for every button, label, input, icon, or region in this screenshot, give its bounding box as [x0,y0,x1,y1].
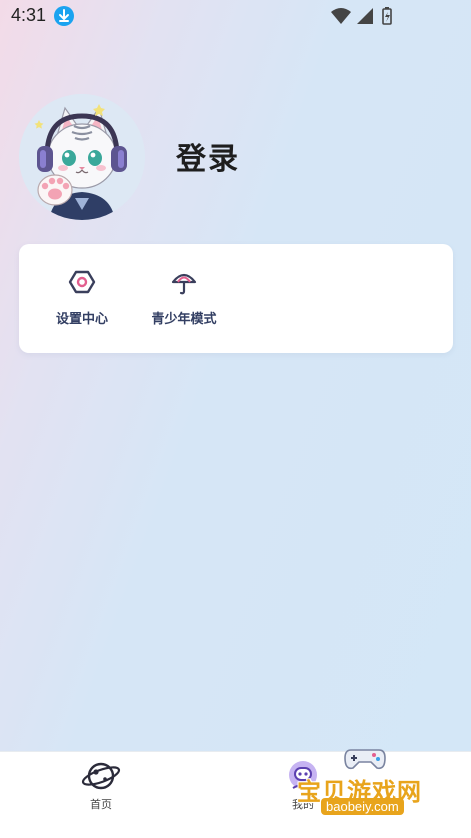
menu-card: 设置中心 青少年模式 [19,244,453,353]
avatar[interactable] [19,94,145,220]
settings-hexagon-icon [68,268,96,296]
gamepad-icon [344,749,386,770]
settings-center-label: 设置中心 [55,312,108,327]
settings-center-button[interactable]: 设置中心 [37,268,127,327]
signal-icon [357,8,373,24]
login-label[interactable]: 登录 [176,134,240,178]
watermark-url: baobeiy.com [321,798,404,815]
status-time: 4:31 [11,5,47,25]
wifi-icon [331,8,351,24]
battery-icon [382,7,392,25]
teen-mode-button[interactable]: 青少年模式 [139,268,229,327]
status-icons [327,6,437,26]
watermark: 宝贝游戏网 baobeiy.com [295,742,445,832]
status-bar: 4:31 [0,0,471,32]
umbrella-icon [170,268,198,296]
download-icon [54,6,74,26]
cat-avatar-illustration [19,94,145,220]
planet-icon [81,758,121,794]
tab-home[interactable]: 首页 [56,758,146,812]
teen-mode-label: 青少年模式 [151,312,217,327]
tab-home-label: 首页 [90,798,112,811]
